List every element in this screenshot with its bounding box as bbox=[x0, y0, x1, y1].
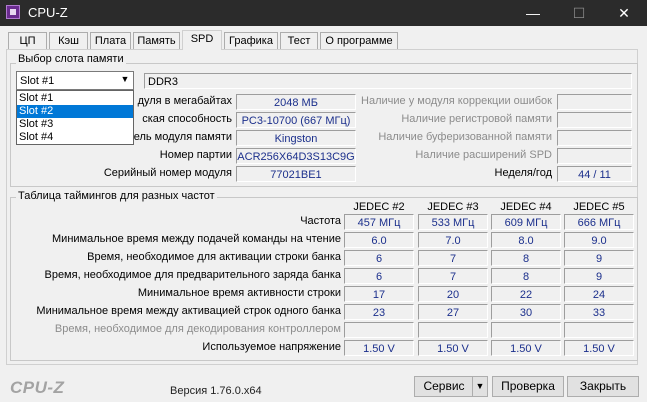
timing-cell: 6.0 bbox=[344, 232, 414, 248]
chevron-down-icon[interactable]: ▼ bbox=[119, 74, 131, 84]
timing-row-label: Используемое напряжение bbox=[202, 341, 341, 353]
service-dropdown-arrow[interactable]: ▼ bbox=[472, 376, 488, 397]
timing-row-label: Время, необходимое для декодирования кон… bbox=[54, 323, 341, 335]
timing-cell: 1.50 V bbox=[418, 340, 488, 356]
timing-cell: 23 bbox=[344, 304, 414, 320]
registered-label: Наличие регистровой памяти bbox=[401, 113, 552, 125]
timing-cell: 6 bbox=[344, 268, 414, 284]
timing-cell: 6 bbox=[344, 250, 414, 266]
tab-about[interactable]: О программе bbox=[320, 32, 398, 49]
slot-select[interactable]: Slot #1 ▼ bbox=[16, 71, 134, 90]
timing-row-label: Время, необходимое для активации строки … bbox=[87, 251, 341, 263]
timing-cell: 7 bbox=[418, 268, 488, 284]
timing-cell: 30 bbox=[491, 304, 561, 320]
slot-option-3[interactable]: Slot #3 bbox=[17, 118, 133, 131]
slot-option-2[interactable]: Slot #2 bbox=[17, 105, 133, 118]
timing-cell: 20 bbox=[418, 286, 488, 302]
timing-cell: 8.0 bbox=[491, 232, 561, 248]
timing-cell: 9 bbox=[564, 268, 634, 284]
part-number-value: ACR256X64D3S13C9G bbox=[236, 148, 356, 164]
ecc-value bbox=[557, 94, 632, 110]
registered-value bbox=[557, 112, 632, 128]
part-number-label: Номер партии bbox=[159, 149, 232, 161]
manufacturer-label: ель модуля памяти bbox=[133, 131, 232, 143]
cpuz-logo: CPU-Z bbox=[10, 378, 65, 397]
close-window-button[interactable]: ✕ bbox=[601, 0, 647, 26]
module-size-label: дуля в мегабайтах bbox=[137, 95, 232, 107]
serial-number-value: 77021BE1 bbox=[236, 166, 356, 182]
timing-cell: 7 bbox=[418, 250, 488, 266]
tab-graphics[interactable]: Графика bbox=[224, 32, 278, 49]
buffered-label: Наличие буферизованной памяти bbox=[378, 131, 552, 143]
timing-cell bbox=[418, 322, 488, 338]
module-size-value: 2048 МБ bbox=[236, 94, 356, 110]
slot-select-value: Slot #1 bbox=[20, 75, 55, 87]
tab-memory[interactable]: Память bbox=[133, 32, 180, 49]
tab-cpu[interactable]: ЦП bbox=[8, 32, 47, 49]
cpuz-app-icon bbox=[6, 5, 20, 19]
timings-column-header: JEDEC #3 bbox=[427, 201, 479, 213]
timing-row-label: Минимальное время между подачей команды … bbox=[52, 233, 341, 245]
timing-row-label: Минимальное время между активацией строк… bbox=[36, 305, 341, 317]
timings-group-title: Таблица таймингов для разных частот bbox=[16, 190, 217, 202]
timing-cell: 666 МГц bbox=[564, 214, 634, 230]
manufacturer-value: Kingston bbox=[236, 130, 356, 146]
week-year-label: Неделя/год bbox=[494, 167, 553, 179]
timing-row-label: Время, необходимое для предварительного … bbox=[44, 269, 341, 281]
timing-cell: 9 bbox=[564, 250, 634, 266]
timing-cell bbox=[491, 322, 561, 338]
ecc-label: Наличие у модуля коррекции ошибок bbox=[361, 95, 552, 107]
bandwidth-label: ская способность bbox=[142, 113, 232, 125]
tab-bench[interactable]: Тест bbox=[280, 32, 318, 49]
timing-row-label: Частота bbox=[300, 215, 341, 227]
timing-cell: 457 МГц bbox=[344, 214, 414, 230]
tab-cache[interactable]: Кэш bbox=[49, 32, 88, 49]
timing-cell: 24 bbox=[564, 286, 634, 302]
service-button[interactable]: Сервис bbox=[414, 376, 474, 397]
timing-cell: 9.0 bbox=[564, 232, 634, 248]
timing-cell: 609 МГц bbox=[491, 214, 561, 230]
version-text: Версия 1.76.0.x64 bbox=[170, 385, 262, 397]
timing-cell bbox=[344, 322, 414, 338]
slot-dropdown-list: Slot #1 Slot #2 Slot #3 Slot #4 bbox=[16, 90, 134, 145]
serial-number-label: Серийный номер модуля bbox=[103, 167, 232, 179]
timing-cell: 1.50 V bbox=[564, 340, 634, 356]
timing-cell: 17 bbox=[344, 286, 414, 302]
spd-ext-label: Наличие расширений SPD bbox=[415, 149, 552, 161]
slot-group-title: Выбор слота памяти bbox=[16, 53, 126, 65]
buffered-value bbox=[557, 130, 632, 146]
timing-cell: 1.50 V bbox=[344, 340, 414, 356]
slot-option-1[interactable]: Slot #1 bbox=[17, 92, 133, 105]
title-bar: CPU-Z — ☐ ✕ bbox=[0, 0, 647, 26]
bandwidth-value: PC3-10700 (667 МГц) bbox=[236, 112, 356, 128]
timings-column-header: JEDEC #4 bbox=[500, 201, 552, 213]
tab-mainboard[interactable]: Плата bbox=[90, 32, 131, 49]
minimize-button[interactable]: — bbox=[510, 0, 556, 26]
timings-column-header: JEDEC #5 bbox=[573, 201, 625, 213]
timing-cell: 22 bbox=[491, 286, 561, 302]
timing-cell: 7.0 bbox=[418, 232, 488, 248]
spd-ext-value bbox=[557, 148, 632, 164]
week-year-value: 44 / 11 bbox=[557, 166, 632, 182]
timing-cell bbox=[564, 322, 634, 338]
timing-cell: 1.50 V bbox=[491, 340, 561, 356]
memory-type-field: DDR3 bbox=[144, 73, 632, 89]
timing-cell: 8 bbox=[491, 250, 561, 266]
timing-row-label: Минимальное время активности строки bbox=[137, 287, 341, 299]
close-button[interactable]: Закрыть bbox=[567, 376, 639, 397]
tab-spd[interactable]: SPD bbox=[182, 30, 222, 50]
validate-button[interactable]: Проверка bbox=[492, 376, 564, 397]
timing-cell: 33 bbox=[564, 304, 634, 320]
slot-option-4[interactable]: Slot #4 bbox=[17, 131, 133, 144]
timings-column-header: JEDEC #2 bbox=[353, 201, 405, 213]
window-title: CPU-Z bbox=[28, 5, 68, 20]
timing-cell: 533 МГц bbox=[418, 214, 488, 230]
timing-cell: 8 bbox=[491, 268, 561, 284]
maximize-button[interactable]: ☐ bbox=[556, 0, 602, 26]
timing-cell: 27 bbox=[418, 304, 488, 320]
